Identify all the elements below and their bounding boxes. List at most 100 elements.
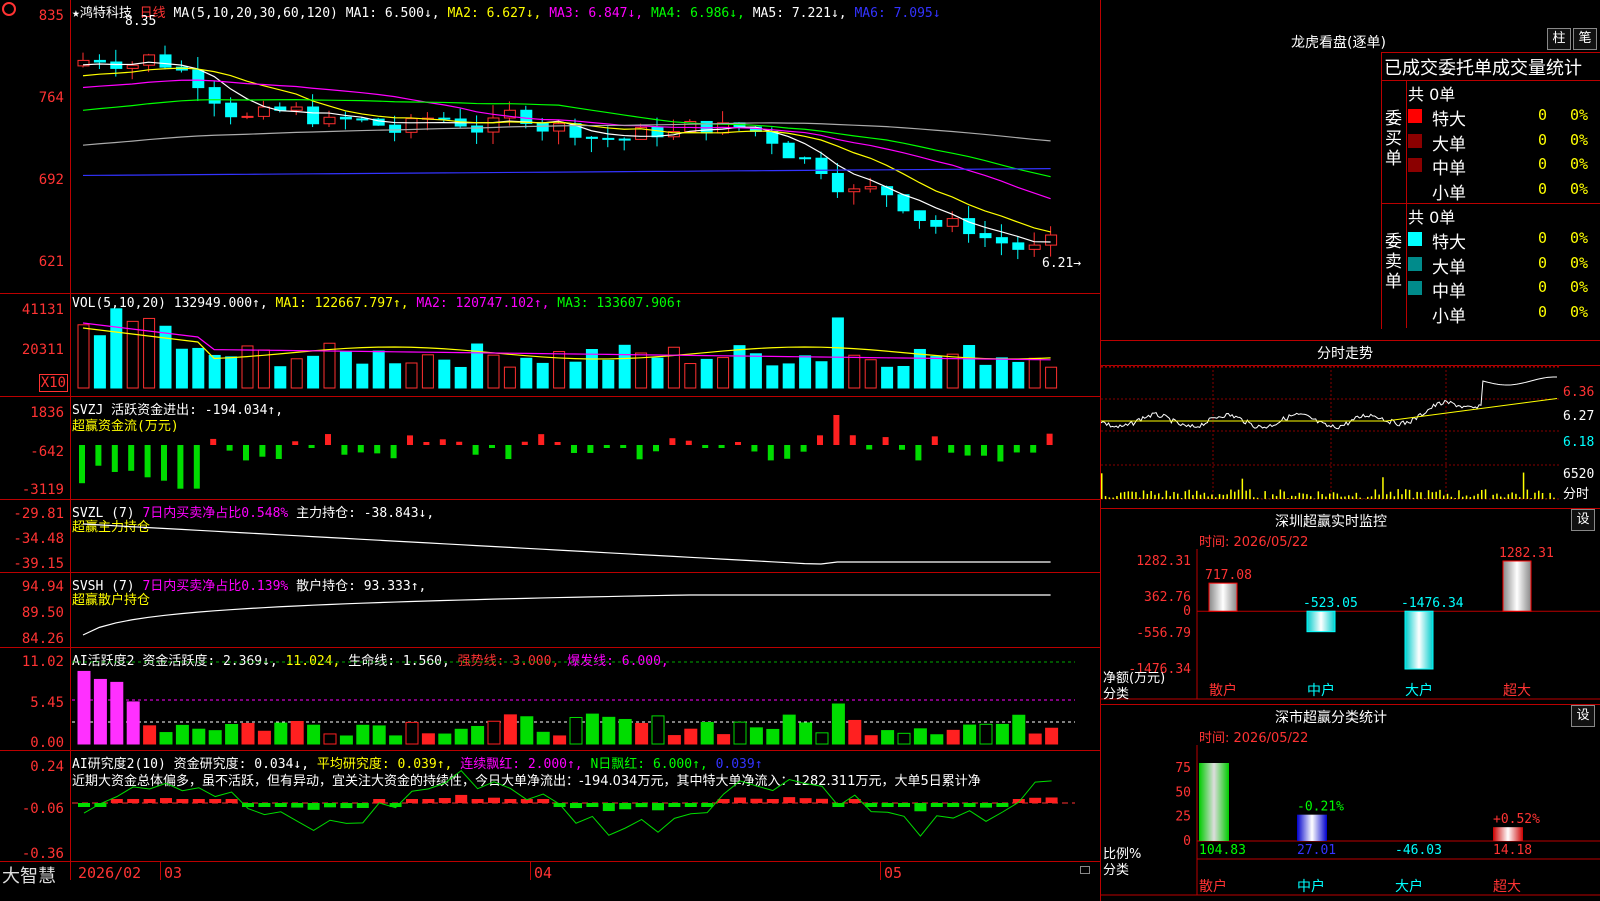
research-bar (570, 803, 582, 808)
volume-bar (357, 364, 368, 388)
longhu-row: 特大00% (1408, 105, 1600, 127)
lock-icon[interactable] (1080, 866, 1090, 874)
row-count: 0 (1538, 229, 1547, 247)
candle (242, 116, 253, 117)
candle (980, 234, 991, 238)
tick-volume-bar (1451, 497, 1453, 499)
sell-total: 共 0单 (1408, 204, 1455, 228)
tick-volume-bar (1120, 493, 1122, 499)
volume-bar (340, 352, 351, 388)
flow-bar (669, 438, 675, 445)
row-pct: 0% (1570, 131, 1588, 149)
ai-research-pane[interactable]: 0.24 -0.06 -0.36 AI研究度2(10) 资金研究度: 0.034… (0, 751, 1100, 862)
color-swatch (1408, 183, 1422, 197)
row-pct: 0% (1570, 106, 1588, 124)
y-tick: 0 (1183, 834, 1191, 849)
tick-volume-bar (1302, 494, 1304, 499)
tick-volume-bar (1500, 497, 1502, 499)
activity-bar (1029, 734, 1041, 744)
tick-volume-bar (1466, 495, 1468, 499)
research-bar (537, 799, 549, 803)
activity-bar (78, 671, 90, 744)
tick-volume-bar (1245, 491, 1247, 499)
volume-bar (800, 356, 811, 388)
row-pct: 0% (1570, 278, 1588, 296)
volume-chart[interactable] (0, 294, 1100, 396)
volume-bar (718, 358, 729, 388)
intraday-panel[interactable]: 分时走势 6.36 6.27 6.18 6520 分时 (1100, 340, 1600, 509)
research-bar (652, 803, 664, 810)
monitor-bar (1209, 583, 1237, 611)
tick-volume-bar (1306, 494, 1308, 499)
candle (1029, 245, 1040, 249)
research-bar (78, 803, 90, 807)
longhu-row: 大单00% (1408, 130, 1600, 152)
volume-bar (1046, 367, 1057, 388)
tick-volume-bar (1139, 498, 1141, 499)
monitor-panel[interactable]: 深圳超赢实时监控 设 时间: 2026/05/22 1282.31362.760… (1100, 508, 1600, 705)
tick-volume-bar (1112, 498, 1114, 499)
research-bar (291, 803, 303, 808)
tick-volume-bar (1359, 498, 1361, 499)
activity-bar (340, 736, 352, 744)
activity-bar (701, 722, 713, 744)
volume-pane[interactable]: 41131 20311 X10 VOL(5,10,20) 132949.000↑… (0, 294, 1100, 397)
kline-pane[interactable]: 835 764 692 621 ★鸿特科技 日线 MA(5,10,20,30,6… (0, 0, 1100, 294)
svzj-pane[interactable]: 1836 -642 -3119 SVZJ 活跃资金进出: -194.034↑, … (0, 397, 1100, 500)
bar-value: -523.05 (1303, 596, 1358, 611)
ai-activity-chart[interactable] (0, 648, 1100, 750)
activity-bar (242, 723, 254, 744)
svzl-chart[interactable] (0, 500, 1100, 572)
volume-bar (865, 360, 876, 388)
research-bar (373, 799, 385, 803)
activity-bar (537, 732, 549, 744)
ma1-line (83, 62, 1051, 242)
activity-bar (111, 682, 123, 744)
monitor-bar-chart[interactable]: 1282.31362.760-556.79-1476.34717.08散户-52… (1101, 509, 1600, 705)
svzl-pane[interactable]: -29.81 -34.48 -39.15 SVZL (7) 7日内买卖净占比0.… (0, 500, 1100, 573)
svzj-chart[interactable] (0, 397, 1100, 499)
research-bar (668, 803, 680, 807)
classify-bar-chart[interactable]: 7550250104.83散户-0.21%27.01中户-46.03大户+0.5… (1101, 705, 1600, 901)
flow-bar (751, 445, 757, 451)
y-tick: 1282.31 (1136, 554, 1191, 569)
retail-holding-line (83, 595, 1051, 635)
tick-volume-bar (1234, 492, 1236, 499)
tick-volume-bar (1530, 498, 1532, 499)
category-label: 中户 (1307, 682, 1335, 699)
svsh-pane[interactable]: 94.94 89.50 84.26 SVSH (7) 7日内买卖净占比0.139… (0, 573, 1100, 648)
ai-research-chart[interactable] (0, 751, 1100, 861)
candle (800, 158, 811, 159)
intraday-chart[interactable] (1101, 341, 1600, 509)
row-name: 特大 (1432, 228, 1466, 253)
x-axis-bar: 大智慧 2026/02 03 04 05 (0, 862, 1100, 900)
tick-volume-bar (1105, 496, 1107, 499)
flow-bar (850, 435, 856, 445)
activity-bar (275, 723, 287, 744)
y-tick: 75 (1175, 761, 1191, 776)
flow-bar (276, 445, 282, 459)
brand-label[interactable]: 大智慧 (2, 862, 56, 888)
row-count: 0 (1538, 106, 1547, 124)
activity-bar (291, 721, 303, 744)
candle (340, 117, 351, 119)
flow-bar (915, 445, 921, 460)
monitor-xlabel: 分类 (1103, 683, 1129, 702)
tick-volume-bar (1158, 493, 1160, 499)
ai-activity-pane[interactable]: 11.02 5.45 0.00 AI活跃度2 资金活跃度: 2.369↓, 11… (0, 648, 1100, 751)
volume-bar (996, 358, 1007, 388)
activity-bar (209, 731, 221, 744)
volume-bar (308, 356, 319, 388)
volume-bar (193, 348, 204, 388)
bar-rect (1503, 561, 1531, 611)
candle (226, 103, 237, 117)
activity-bar (816, 733, 828, 744)
tick-mode-button[interactable]: 笔 (1573, 28, 1597, 50)
classify-panel[interactable]: 深市超赢分类统计 设 时间: 2026/05/22 7550250104.83散… (1100, 704, 1600, 901)
svsh-chart[interactable] (0, 573, 1100, 647)
tick-volume-bar (1424, 498, 1426, 499)
volume-bar (734, 346, 745, 388)
candle (291, 107, 302, 110)
candlestick-chart[interactable] (0, 0, 1100, 293)
bar-mode-button[interactable]: 柱 (1547, 28, 1571, 50)
